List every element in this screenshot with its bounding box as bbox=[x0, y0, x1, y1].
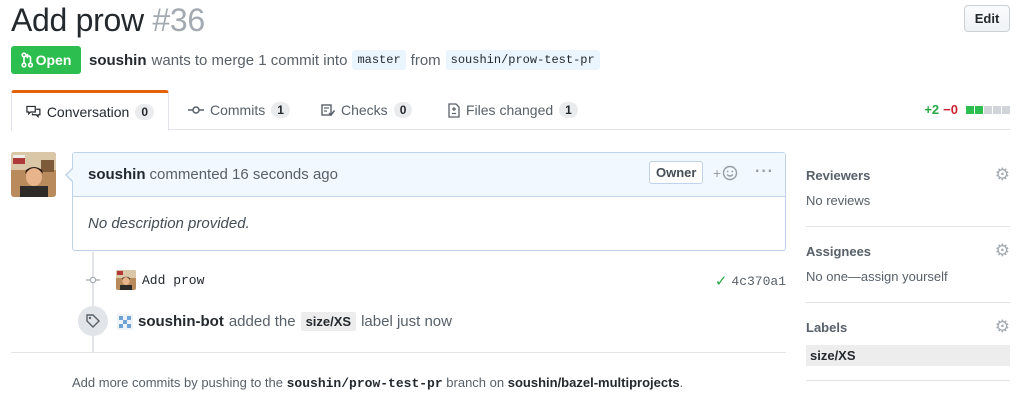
label-event-label[interactable]: size/XS bbox=[300, 312, 357, 331]
timeline-divider bbox=[11, 352, 786, 353]
pr-author-link[interactable]: soushin bbox=[89, 52, 147, 69]
comment-author[interactable]: soushin bbox=[88, 166, 146, 183]
tab-commits[interactable]: Commits 1 bbox=[188, 90, 290, 130]
gear-icon[interactable]: ⚙ bbox=[995, 165, 1010, 185]
gear-icon[interactable]: ⚙ bbox=[995, 241, 1010, 261]
file-diff-icon bbox=[448, 102, 460, 118]
diffstat-blocks bbox=[966, 105, 1010, 114]
comment-discussion-icon bbox=[26, 105, 41, 118]
smiley-icon bbox=[722, 165, 738, 181]
diffstat-block bbox=[984, 105, 992, 114]
check-icon[interactable]: ✓ bbox=[715, 272, 728, 290]
comment-timestamp[interactable]: commented 16 seconds ago bbox=[150, 166, 338, 183]
reviewers-header[interactable]: Reviewers ⚙ bbox=[806, 165, 1010, 185]
pr-state-badge: Open bbox=[11, 46, 81, 74]
sidebar-labels: Labels ⚙ size/XS bbox=[806, 317, 1010, 381]
reviewers-title: Reviewers bbox=[806, 167, 871, 183]
tab-checks-label: Checks bbox=[341, 102, 388, 118]
owner-badge: Owner bbox=[649, 161, 704, 184]
push-note-middle: branch on bbox=[446, 375, 505, 390]
assignees-value[interactable]: No one—assign yourself bbox=[806, 269, 1010, 284]
git-commit-icon bbox=[188, 106, 204, 114]
tab-files-changed[interactable]: Files changed 1 bbox=[448, 90, 578, 130]
diffstat-deletions: −0 bbox=[943, 102, 958, 117]
label-event-text-before: added the bbox=[228, 313, 296, 330]
sidebar-reviewers: Reviewers ⚙ No reviews bbox=[806, 165, 1010, 227]
diffstat-block bbox=[1002, 105, 1010, 114]
diffstat-block bbox=[993, 105, 1001, 114]
base-branch[interactable]: master bbox=[352, 50, 406, 70]
label-event-text-after: label just now bbox=[361, 313, 452, 330]
tab-checks-count: 0 bbox=[393, 102, 413, 118]
tab-conversation-count: 0 bbox=[135, 103, 154, 120]
pr-from-text: from bbox=[410, 51, 441, 69]
label-pill[interactable]: size/XS bbox=[806, 345, 1010, 366]
pr-meta: soushin wants to merge 1 commit into mas… bbox=[89, 50, 600, 70]
commit-message-link[interactable]: Add prow bbox=[142, 273, 204, 288]
add-reaction-button[interactable]: + bbox=[713, 165, 738, 181]
commit-sha-link[interactable]: 4c370a1 bbox=[731, 274, 786, 289]
tab-files-changed-count: 1 bbox=[559, 102, 578, 118]
push-note-prefix: Add more commits by pushing to the bbox=[72, 375, 283, 390]
plus-icon: + bbox=[713, 165, 722, 181]
checklist-icon bbox=[321, 104, 335, 117]
comment-author-avatar[interactable] bbox=[11, 152, 56, 197]
tab-conversation[interactable]: Conversation 0 bbox=[11, 90, 169, 131]
diffstat-block bbox=[966, 105, 974, 114]
commit-status: ✓ 4c370a1 bbox=[715, 272, 786, 290]
labels-header[interactable]: Labels ⚙ bbox=[806, 317, 1010, 337]
pr-number: #36 bbox=[152, 2, 205, 38]
edit-button[interactable]: Edit bbox=[964, 5, 1010, 32]
bot-avatar[interactable] bbox=[117, 313, 133, 330]
pr-merge-text: wants to merge 1 commit into bbox=[151, 51, 348, 69]
pr-title-text: Add prow bbox=[11, 2, 144, 38]
assignees-title: Assignees bbox=[806, 243, 872, 259]
sidebar-assignees: Assignees ⚙ No one—assign yourself bbox=[806, 241, 1010, 303]
diffstat[interactable]: +2 −0 bbox=[924, 102, 1010, 117]
tab-files-changed-label: Files changed bbox=[466, 102, 554, 118]
diffstat-block bbox=[975, 105, 983, 114]
tab-commits-count: 1 bbox=[271, 102, 290, 118]
tab-checks[interactable]: Checks 0 bbox=[321, 90, 413, 130]
kebab-horizontal-icon[interactable]: ··· bbox=[755, 163, 774, 181]
pr-title: Add prow #36 bbox=[11, 2, 205, 39]
comment-body: No description provided. bbox=[88, 215, 250, 232]
push-note-repo[interactable]: soushin/bazel-multiprojects bbox=[508, 375, 680, 390]
assignees-header[interactable]: Assignees ⚙ bbox=[806, 241, 1010, 261]
commit-author-avatar[interactable] bbox=[116, 270, 136, 290]
pr-state-label: Open bbox=[35, 52, 72, 68]
comment-box: soushin commented 16 seconds ago Owner +… bbox=[65, 152, 786, 251]
tab-commits-label: Commits bbox=[210, 102, 266, 118]
push-note-suffix: . bbox=[679, 375, 684, 390]
git-pull-request-icon bbox=[21, 52, 33, 68]
gear-icon[interactable]: ⚙ bbox=[995, 317, 1010, 337]
head-branch[interactable]: soushin/prow-test-pr bbox=[445, 50, 600, 70]
labels-title: Labels bbox=[806, 319, 848, 335]
push-note-branch: soushin/prow-test-pr bbox=[286, 376, 443, 391]
timeline-label-event: soushin-bot added the size/XS label just… bbox=[117, 312, 452, 331]
diffstat-additions: +2 bbox=[924, 102, 940, 117]
reviewers-value: No reviews bbox=[806, 193, 871, 208]
git-commit-icon bbox=[86, 273, 100, 287]
timeline-commit: Add prow ✓ 4c370a1 bbox=[116, 269, 786, 291]
pr-tabs: Conversation 0 Commits 1 Checks 0 Files … bbox=[11, 90, 1010, 131]
push-commits-note: Add more commits by pushing to the soush… bbox=[72, 375, 683, 391]
tag-icon bbox=[78, 306, 108, 336]
timeline-line bbox=[92, 252, 94, 352]
tab-conversation-label: Conversation bbox=[46, 103, 130, 120]
label-event-actor[interactable]: soushin-bot bbox=[138, 313, 224, 330]
comment-header: soushin commented 16 seconds ago Owner +… bbox=[73, 153, 785, 197]
